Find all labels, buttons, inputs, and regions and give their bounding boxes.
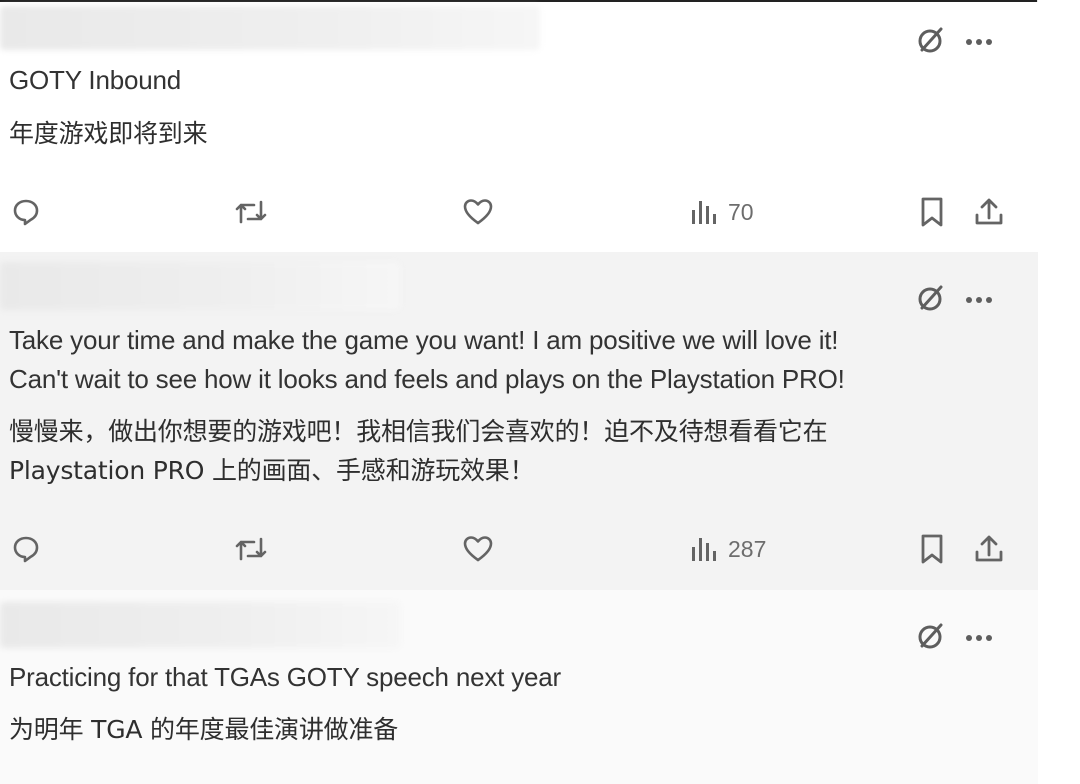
tweet-1[interactable]: GOTY Inbound 年度游戏即将到来 70 xyxy=(0,2,1038,252)
views-button[interactable]: 70 xyxy=(690,192,754,232)
reply-icon xyxy=(13,199,39,226)
tweet-text-zh: 年度游戏即将到来 xyxy=(9,119,208,148)
views-count: 287 xyxy=(728,535,767,562)
views-icon xyxy=(692,201,716,224)
grok-icon[interactable] xyxy=(914,282,946,319)
tweet-text-zh-line-1: 慢慢来，做出你想要的游戏吧！我相信我们会喜欢的！迫不及待想看看它在 xyxy=(9,417,828,446)
tweet-text-zh-line-2: Playstation PRO 上的画面、手感和游玩效果！ xyxy=(9,456,535,485)
tweet-actions: 287 xyxy=(0,529,1038,569)
tweet-actions: 70 xyxy=(0,192,1038,232)
tweet-text-en-line-1: Take your time and make the game you wan… xyxy=(9,325,839,355)
grok-icon[interactable] xyxy=(914,24,946,61)
tweet-tools xyxy=(914,620,994,657)
redacted-user-header xyxy=(0,6,540,50)
right-gutter xyxy=(1037,0,1080,784)
more-icon[interactable] xyxy=(964,292,994,310)
tweet-tools xyxy=(914,24,994,61)
tweet-text-en: GOTY Inbound xyxy=(9,65,182,95)
share-icon xyxy=(975,198,1003,225)
tweet-text-en: Practicing for that TGAs GOTY speech nex… xyxy=(9,662,561,692)
retweet-button[interactable] xyxy=(233,529,269,569)
share-icon xyxy=(975,535,1003,562)
bookmark-button[interactable] xyxy=(918,192,946,232)
bookmark-button[interactable] xyxy=(918,529,946,569)
tweet-3[interactable]: Practicing for that TGAs GOTY speech nex… xyxy=(0,590,1038,784)
retweet-button[interactable] xyxy=(233,192,269,232)
like-button[interactable] xyxy=(461,529,495,569)
bookmark-icon xyxy=(921,197,943,227)
tweet-text-en-line-2: Can't wait to see how it looks and feels… xyxy=(9,364,845,394)
more-icon[interactable] xyxy=(964,630,994,648)
more-icon[interactable] xyxy=(964,34,994,52)
views-button[interactable]: 287 xyxy=(690,529,766,569)
tweet-tools xyxy=(914,282,994,319)
retweet-icon xyxy=(235,537,267,561)
views-icon xyxy=(692,538,716,561)
share-button[interactable] xyxy=(973,192,1005,232)
redacted-user-header xyxy=(0,262,400,310)
retweet-icon xyxy=(235,200,267,224)
tweet-2[interactable]: Take your time and make the game you wan… xyxy=(0,252,1038,590)
bookmark-icon xyxy=(921,534,943,564)
grok-icon[interactable] xyxy=(914,620,946,657)
reply-button[interactable] xyxy=(10,192,42,232)
views-count: 70 xyxy=(728,198,754,225)
like-icon xyxy=(463,199,493,225)
like-button[interactable] xyxy=(461,192,495,232)
reply-button[interactable] xyxy=(10,529,42,569)
redacted-user-header xyxy=(0,602,400,648)
tweet-feed: GOTY Inbound 年度游戏即将到来 70 Take your time … xyxy=(0,0,1080,784)
tweet-text-zh: 为明年 TGA 的年度最佳演讲做准备 xyxy=(9,715,399,744)
like-icon xyxy=(463,536,493,562)
share-button[interactable] xyxy=(973,529,1005,569)
reply-icon xyxy=(13,536,39,563)
